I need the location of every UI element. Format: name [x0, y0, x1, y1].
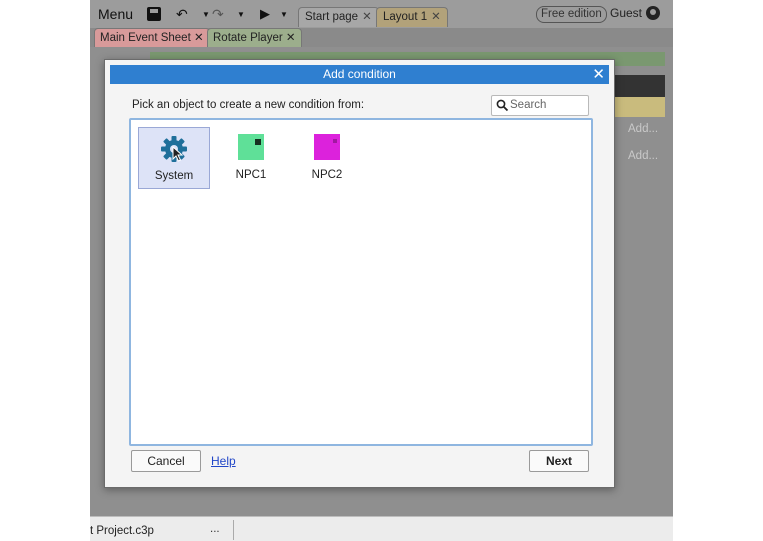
next-button[interactable]: Next [529, 450, 589, 472]
help-link[interactable]: Help [211, 454, 236, 468]
dialog-prompt: Pick an object to create a new condition… [132, 99, 365, 111]
sprite-icon [238, 134, 264, 160]
tab-label: Rotate Player [213, 32, 283, 44]
toolbar: Menu ↶ ▼ ↷ ▼ ▶ ▼ Start page ✕ Layout 1 ✕ F… [90, 0, 673, 28]
object-item-npc1[interactable]: NPC1 [216, 127, 286, 187]
play-icon[interactable]: ▶ [260, 4, 270, 24]
sprite-icon [314, 134, 340, 160]
tab-label: Main Event Sheet [100, 32, 191, 44]
edition-badge[interactable]: Free edition [536, 6, 607, 23]
object-label: System [154, 170, 194, 182]
redo-dropdown-icon[interactable]: ▼ [237, 10, 245, 19]
user-name[interactable]: Guest [610, 6, 642, 20]
add-action-link[interactable]: Add... [628, 150, 658, 162]
redo-icon[interactable]: ↷ [212, 4, 224, 24]
close-icon[interactable]: ✕ [592, 65, 605, 84]
tab-main-event-sheet[interactable]: Main Event Sheet ✕ [94, 28, 210, 48]
more-icon[interactable]: ... [210, 523, 220, 535]
add-action-link[interactable]: Add... [628, 123, 658, 135]
undo-icon[interactable]: ↶ [176, 4, 188, 24]
save-icon[interactable] [147, 7, 161, 21]
tab-rotate-player[interactable]: Rotate Player ✕ [207, 28, 302, 48]
status-bar: t Project.c3p ... [90, 516, 673, 541]
mouse-cursor-icon [172, 146, 184, 162]
play-dropdown-icon[interactable]: ▼ [280, 10, 288, 19]
tab-label: Layout 1 [383, 11, 428, 23]
close-icon[interactable]: ✕ [362, 11, 372, 23]
user-icon[interactable] [646, 6, 660, 20]
tab-label: Start page [305, 11, 359, 23]
close-icon[interactable]: ✕ [194, 32, 204, 44]
search-input[interactable] [510, 97, 584, 113]
object-item-npc2[interactable]: NPC2 [292, 127, 362, 187]
event-row-highlight [610, 97, 665, 117]
undo-dropdown-icon[interactable]: ▼ [202, 10, 210, 19]
add-condition-dialog: Add condition ✕ Pick an object to create… [104, 59, 615, 488]
dialog-title: Add condition [323, 67, 396, 81]
event-row-dark [610, 75, 665, 97]
object-list[interactable]: System NPC1 NPC2 [129, 118, 593, 446]
tab-layout-1[interactable]: Layout 1 ✕ [376, 7, 448, 27]
divider [233, 520, 234, 540]
menu-button[interactable]: Menu [98, 4, 133, 24]
search-icon [496, 99, 509, 112]
close-icon[interactable]: ✕ [286, 32, 296, 44]
object-item-system[interactable]: System [138, 127, 210, 189]
project-name: t Project.c3p [90, 525, 154, 537]
object-label: NPC1 [235, 169, 267, 181]
dialog-titlebar: Add condition ✕ [110, 65, 609, 84]
close-icon[interactable]: ✕ [431, 11, 441, 23]
cancel-button[interactable]: Cancel [131, 450, 201, 472]
search-box[interactable] [491, 95, 589, 116]
object-label: NPC2 [311, 169, 343, 181]
tab-start-page[interactable]: Start page ✕ [298, 7, 379, 27]
